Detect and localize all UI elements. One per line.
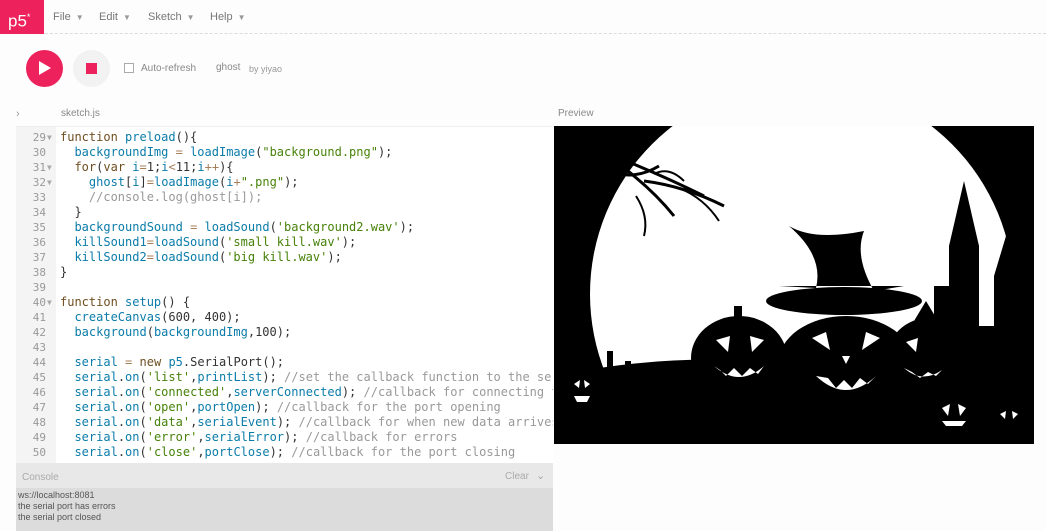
chevron-down-icon: ▼ bbox=[122, 13, 131, 22]
sketch-author: by yiyao bbox=[249, 64, 283, 74]
console-panel: Console Clear ⌄ ws://localhost:8081 the … bbox=[16, 463, 553, 531]
menu-file-label: File bbox=[53, 11, 71, 23]
console-message: the serial port closed bbox=[18, 512, 102, 522]
menu-edit-label: Edit bbox=[99, 11, 118, 23]
play-icon bbox=[39, 61, 51, 75]
tab-sketch-js[interactable]: sketch.js bbox=[61, 108, 100, 119]
preview-canvas[interactable] bbox=[554, 126, 1034, 444]
play-button[interactable] bbox=[26, 50, 63, 87]
fold-arrow-icon[interactable]: ▼ bbox=[47, 295, 52, 310]
menu-sketch-label: Sketch bbox=[148, 11, 182, 23]
logo-text: p5 bbox=[8, 11, 27, 31]
code-editor[interactable]: 29 ▼ function preload(){ 30 backgroundImg … bbox=[16, 126, 553, 463]
menu-edit[interactable]: Edit ▼ bbox=[99, 11, 131, 23]
menu-help[interactable]: Help ▼ bbox=[210, 11, 246, 23]
menu-sketch[interactable]: Sketch ▼ bbox=[148, 11, 195, 23]
chevron-down-icon: ▼ bbox=[237, 13, 246, 22]
console-message: ws://localhost:8081 bbox=[18, 490, 95, 500]
fold-arrow-icon[interactable]: ▼ bbox=[47, 175, 52, 190]
console-clear-button[interactable]: Clear bbox=[505, 471, 529, 482]
preview-label: Preview bbox=[558, 108, 594, 119]
stop-button[interactable] bbox=[73, 50, 110, 87]
logo-asterisk: * bbox=[26, 12, 31, 22]
stop-icon bbox=[86, 63, 97, 74]
sidebar-toggle-chevron-icon[interactable]: › bbox=[16, 108, 20, 120]
menu-file[interactable]: File ▼ bbox=[53, 11, 84, 23]
chevron-down-icon[interactable]: ⌄ bbox=[536, 469, 545, 482]
p5-logo[interactable]: p5* bbox=[0, 0, 44, 34]
halloween-scene-image bbox=[554, 126, 1034, 444]
menu-bar: p5* File ▼ Edit ▼ Sketch ▼ Help ▼ bbox=[0, 0, 1046, 34]
menu-help-label: Help bbox=[210, 11, 233, 23]
console-message: the serial port has errors bbox=[18, 501, 116, 511]
auto-refresh-checkbox[interactable] bbox=[124, 63, 134, 73]
chevron-down-icon: ▼ bbox=[75, 13, 84, 22]
console-header: Console Clear ⌄ bbox=[16, 463, 553, 488]
fold-arrow-icon[interactable]: ▼ bbox=[47, 160, 52, 175]
fold-arrow-icon[interactable]: ▼ bbox=[47, 130, 52, 145]
console-title: Console bbox=[22, 472, 59, 483]
auto-refresh-label: Auto-refresh bbox=[141, 63, 197, 74]
chevron-down-icon: ▼ bbox=[186, 13, 195, 22]
sketch-name[interactable]: ghost bbox=[216, 62, 240, 73]
